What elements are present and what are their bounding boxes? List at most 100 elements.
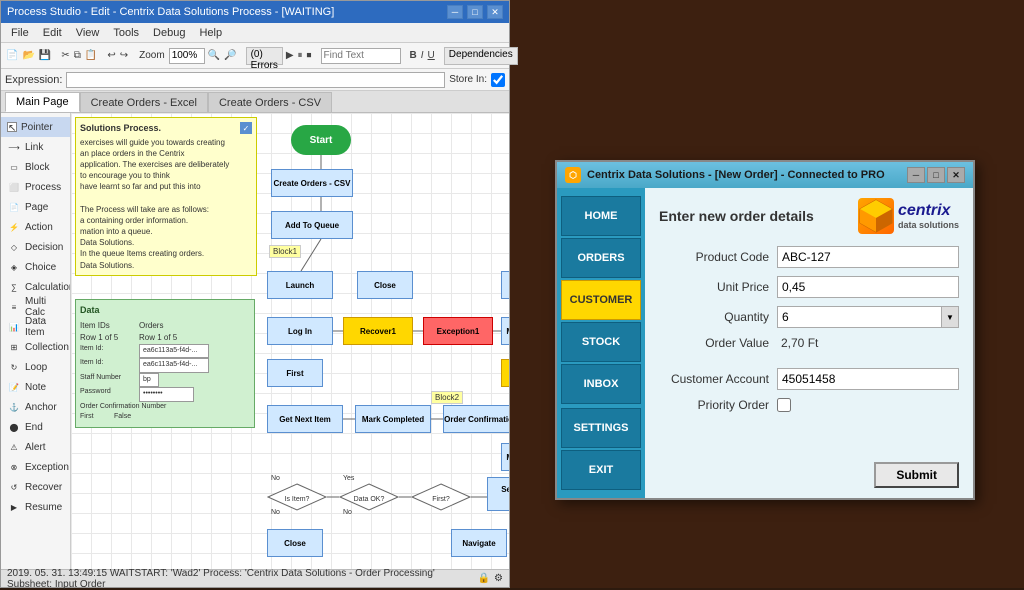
data-row-3: Item Id: ea6c113a5-f4d-... bbox=[80, 344, 250, 359]
customer-account-input[interactable] bbox=[777, 368, 959, 390]
product-code-input[interactable] bbox=[777, 246, 959, 268]
modal-maximize-btn[interactable]: □ bbox=[927, 167, 945, 183]
nav-exit-btn[interactable]: EXIT bbox=[561, 450, 641, 490]
save-btn[interactable]: 💾 bbox=[38, 46, 52, 66]
expression-input[interactable] bbox=[66, 72, 445, 88]
zoom-in-btn[interactable]: 🔍 bbox=[207, 46, 221, 66]
menu-help[interactable]: Help bbox=[193, 27, 228, 39]
pause-btn[interactable]: ⏸ bbox=[297, 46, 304, 66]
nav-inbox-btn[interactable]: INBOX bbox=[561, 364, 641, 404]
modal-body: HOME ORDERS CUSTOMER STOCK INBOX SETTING… bbox=[557, 188, 973, 498]
tool-alert[interactable]: ⚠ Alert bbox=[1, 437, 70, 457]
recover1[interactable]: Recover1 bbox=[343, 317, 413, 345]
tool-pointer[interactable]: ↖ Pointer bbox=[1, 117, 70, 137]
log-in[interactable]: Log In bbox=[267, 317, 333, 345]
menu-tools[interactable]: Tools bbox=[107, 27, 145, 39]
tool-choice[interactable]: ◈ Choice bbox=[1, 257, 70, 277]
tool-anchor[interactable]: ⚓ Anchor bbox=[1, 397, 70, 417]
mark-exception-1[interactable]: Mark Exception bbox=[501, 317, 509, 345]
resume1[interactable]: Resume1 bbox=[501, 271, 509, 299]
tool-pointer-label: Pointer bbox=[21, 122, 53, 133]
quantity-input[interactable] bbox=[777, 306, 941, 328]
tool-end[interactable]: ⬤ End bbox=[1, 417, 70, 437]
start-oval[interactable]: Start bbox=[291, 125, 351, 155]
data-ok-diamond-wrapper[interactable]: Data OK? bbox=[339, 483, 399, 511]
is-item-diamond-wrapper[interactable]: Is Item? bbox=[267, 483, 327, 511]
recover2[interactable]: Recover2 bbox=[501, 359, 509, 387]
tool-loop[interactable]: ↻ Loop bbox=[1, 357, 70, 377]
copy-btn[interactable]: ⧉ bbox=[73, 46, 82, 66]
nav-settings-btn[interactable]: SETTINGS bbox=[561, 408, 641, 448]
find-text-input[interactable] bbox=[321, 48, 401, 64]
mark-completed[interactable]: Mark Completed bbox=[355, 405, 431, 433]
tool-block[interactable]: ▭ Block bbox=[1, 157, 70, 177]
tool-collection[interactable]: ⊞ Collection bbox=[1, 337, 70, 357]
new-btn[interactable]: 📄 bbox=[5, 46, 19, 66]
centrix-icon bbox=[858, 198, 894, 234]
tool-note[interactable]: 📝 Note bbox=[1, 377, 70, 397]
zoom-out-btn[interactable]: 🔎 bbox=[223, 46, 237, 66]
menu-debug[interactable]: Debug bbox=[147, 27, 191, 39]
menu-edit[interactable]: Edit bbox=[37, 27, 68, 39]
close-1[interactable]: Close bbox=[357, 271, 413, 299]
launch[interactable]: Launch bbox=[267, 271, 333, 299]
get-next-item[interactable]: Get Next Item bbox=[267, 405, 343, 433]
close-button[interactable]: ✕ bbox=[487, 5, 503, 19]
first-rect[interactable]: First bbox=[267, 359, 323, 387]
bold-btn[interactable]: B bbox=[409, 46, 418, 66]
add-to-queue[interactable]: Add To Queue bbox=[271, 211, 353, 239]
create-orders-csv[interactable]: Create Orders - CSV bbox=[271, 169, 353, 197]
first-diamond-wrapper[interactable]: First? bbox=[411, 483, 471, 511]
tool-process[interactable]: ⬜ Process bbox=[1, 177, 70, 197]
redo-btn[interactable]: ↪ bbox=[119, 46, 129, 66]
mark-exception-2[interactable]: Mark Exception bbox=[501, 443, 509, 471]
errors-btn[interactable]: (0) Errors bbox=[246, 47, 283, 65]
info-panel-close-btn[interactable]: ✓ bbox=[240, 122, 252, 134]
menu-view[interactable]: View bbox=[70, 27, 106, 39]
select-order-option[interactable]: Select Order Option bbox=[487, 477, 509, 511]
exception1[interactable]: Exception1 bbox=[423, 317, 493, 345]
unit-price-input[interactable] bbox=[777, 276, 959, 298]
zoom-input[interactable] bbox=[169, 48, 205, 64]
tool-data-item[interactable]: 📊 Data Item bbox=[1, 317, 70, 337]
canvas-area[interactable]: Solutions Process. ✓ exercises will guid… bbox=[71, 113, 509, 569]
close-2[interactable]: Close bbox=[267, 529, 323, 557]
modal-minimize-btn[interactable]: ─ bbox=[907, 167, 925, 183]
priority-order-checkbox[interactable] bbox=[777, 398, 791, 412]
store-in-checkbox[interactable] bbox=[491, 73, 505, 87]
order-confirmation[interactable]: Order Confirmation bbox=[443, 405, 509, 433]
quantity-arrow-btn[interactable]: ▼ bbox=[941, 306, 959, 328]
navigate[interactable]: Navigate bbox=[451, 529, 507, 557]
tab-main-page[interactable]: Main Page bbox=[5, 92, 80, 112]
open-btn[interactable]: 📂 bbox=[21, 46, 35, 66]
tool-page[interactable]: 📄 Page bbox=[1, 197, 70, 217]
underline-btn[interactable]: U bbox=[427, 46, 436, 66]
menu-file[interactable]: File bbox=[5, 27, 35, 39]
nav-orders-btn[interactable]: ORDERS bbox=[561, 238, 641, 278]
dependencies-btn[interactable]: Dependencies bbox=[444, 47, 518, 65]
tool-action[interactable]: ⚡ Action bbox=[1, 217, 70, 237]
nav-stock-btn[interactable]: STOCK bbox=[561, 322, 641, 362]
submit-button[interactable]: Submit bbox=[874, 462, 959, 488]
tab-create-orders-excel[interactable]: Create Orders - Excel bbox=[80, 92, 208, 112]
cut-btn[interactable]: ✂ bbox=[60, 46, 70, 66]
tab-create-orders-csv[interactable]: Create Orders - CSV bbox=[208, 92, 332, 112]
undo-btn[interactable]: ↩ bbox=[106, 46, 116, 66]
paste-btn[interactable]: 📋 bbox=[84, 46, 98, 66]
tool-multi-calc[interactable]: ≡ Multi Calc bbox=[1, 297, 70, 317]
tool-recover[interactable]: ↺ Recover bbox=[1, 477, 70, 497]
maximize-button[interactable]: □ bbox=[467, 5, 483, 19]
stop-btn[interactable]: ⏹ bbox=[306, 46, 313, 66]
italic-btn[interactable]: I bbox=[420, 46, 425, 66]
minimize-button[interactable]: ─ bbox=[447, 5, 463, 19]
nav-home-btn[interactable]: HOME bbox=[561, 196, 641, 236]
modal-close-btn[interactable]: ✕ bbox=[947, 167, 965, 183]
nav-customer-btn[interactable]: CUSTOMER bbox=[561, 280, 641, 320]
tool-link[interactable]: ⟶ Link bbox=[1, 137, 70, 157]
order-value-display: 2,70 Ft bbox=[777, 336, 959, 350]
tool-resume[interactable]: ▶ Resume bbox=[1, 497, 70, 517]
tool-decision[interactable]: ◇ Decision bbox=[1, 237, 70, 257]
play-btn[interactable]: ▶ bbox=[285, 46, 295, 66]
tool-calculation[interactable]: ∑ Calculation bbox=[1, 277, 70, 297]
tool-exception[interactable]: ⊗ Exception bbox=[1, 457, 70, 477]
